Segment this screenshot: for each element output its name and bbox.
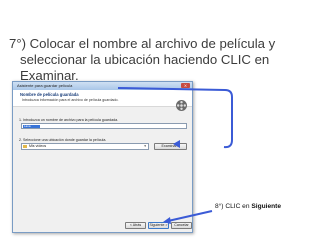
instruction-line-1: 7°) Colocar el nombre al archivo de pelí… — [9, 36, 276, 51]
cancel-button[interactable]: Cancelar — [171, 222, 192, 229]
chevron-down-icon: ▾ — [144, 144, 146, 148]
next-step-emphasis: Siguiente — [251, 203, 282, 210]
next-step-prefix: 8°) CLIC en — [215, 203, 252, 210]
dialog-header: Nombre de película guardada Introduzca i… — [13, 90, 192, 111]
close-button[interactable]: X — [181, 83, 190, 88]
back-button[interactable]: < Atrás — [125, 222, 146, 229]
next-button[interactable]: Siguiente > — [148, 222, 169, 229]
browse-button[interactable]: Examinar... — [154, 143, 187, 150]
dialog-header-title: Nombre de película guardada — [20, 92, 79, 97]
dialog-title: Asistente para guardar película — [17, 83, 73, 88]
instruction-line-2: seleccionar la ubicación haciendo CLIC e… — [20, 52, 270, 67]
filename-input[interactable]: Lava — [21, 123, 187, 129]
dialog-header-subtitle: Introduzca información para el archivo d… — [22, 98, 119, 102]
location-value: Mis vídeos — [29, 144, 47, 148]
folder-icon — [23, 145, 27, 148]
next-step-note: 8°) CLIC en Siguiente — [215, 203, 281, 210]
dialog-titlebar: Asistente para guardar película X — [13, 82, 192, 90]
location-step-label: 2. Seleccione una ubicación donde guarda… — [19, 138, 107, 142]
filename-value: Lava — [23, 125, 40, 128]
film-reel-icon — [176, 100, 187, 111]
filename-step-label: 1. Introduzca un nombre de archivo para … — [19, 118, 119, 122]
instruction-text: 7°) Colocar el nombre al archivo de pelí… — [9, 36, 315, 84]
save-movie-dialog: Asistente para guardar película X Nombre… — [12, 81, 193, 233]
location-select[interactable]: Mis vídeos ▾ — [21, 143, 149, 150]
